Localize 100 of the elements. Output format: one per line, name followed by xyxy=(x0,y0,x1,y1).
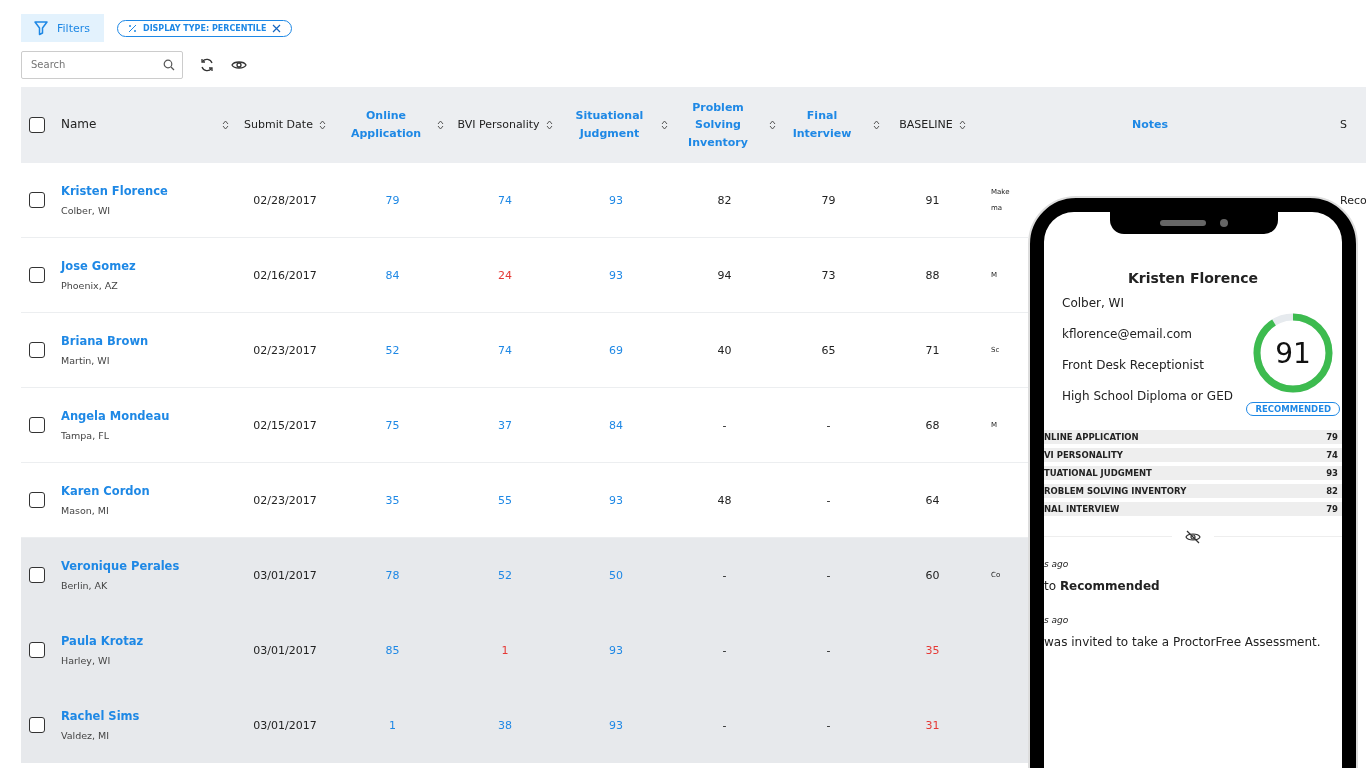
score-cell: - xyxy=(722,418,727,432)
column-header[interactable]: S xyxy=(1340,116,1347,134)
close-icon[interactable] xyxy=(272,23,282,33)
sort-icon[interactable] xyxy=(660,120,668,130)
score-cell: 88 xyxy=(925,268,940,282)
score-cell[interactable]: 93 xyxy=(609,643,623,657)
checkbox[interactable] xyxy=(29,267,45,283)
score-cell[interactable]: 52 xyxy=(498,568,512,582)
candidate-name-link[interactable]: Veronique Perales xyxy=(61,559,180,573)
candidate-name-link[interactable]: Angela Mondeau xyxy=(61,409,170,423)
column-header[interactable]: Name xyxy=(61,115,229,135)
score-label: VI PERSONALITY xyxy=(1044,450,1123,460)
location-text: Martin, WI xyxy=(61,355,110,366)
chip-label: DISPLAY TYPE: PERCENTILE xyxy=(143,23,267,33)
sort-icon[interactable] xyxy=(545,120,553,130)
checkbox[interactable] xyxy=(29,642,45,658)
column-header[interactable]: Problem Solving Inventory xyxy=(673,98,776,152)
candidate-name-link[interactable]: Kristen Florence xyxy=(61,184,168,198)
location-text: Colber, WI xyxy=(61,205,111,216)
score-cell[interactable]: 24 xyxy=(498,268,512,282)
column-header[interactable]: Online Application xyxy=(341,107,444,143)
candidate-name-link[interactable]: Briana Brown xyxy=(61,334,149,348)
column-header[interactable]: Situational Judgment xyxy=(564,107,668,143)
score-cell[interactable]: 1 xyxy=(501,643,509,657)
score-cell: - xyxy=(826,643,831,657)
date-cell: 02/28/2017 xyxy=(253,193,317,207)
score-cell: 48 xyxy=(717,493,732,507)
score-cell[interactable]: 38 xyxy=(498,718,512,732)
column-header[interactable]: Final Interview xyxy=(777,107,880,143)
checkbox[interactable] xyxy=(29,342,45,358)
date-cell: 03/01/2017 xyxy=(253,568,317,582)
checkbox[interactable] xyxy=(29,117,45,133)
score-cell[interactable]: 35 xyxy=(385,493,400,507)
candidate-name-link[interactable]: Karen Cordon xyxy=(61,484,150,498)
score-cell[interactable]: 93 xyxy=(609,493,623,507)
status-text: Reco xyxy=(1340,193,1366,207)
filters-button[interactable]: Filters xyxy=(21,14,104,42)
checkbox[interactable] xyxy=(29,192,45,208)
date-cell: 03/01/2017 xyxy=(253,643,317,657)
filter-icon xyxy=(33,20,49,36)
checkbox[interactable] xyxy=(29,567,45,583)
score-cell[interactable]: 75 xyxy=(385,418,400,432)
score-cell: - xyxy=(722,568,727,582)
score-cell: 68 xyxy=(925,418,940,432)
location-text: Harley, WI xyxy=(61,655,111,666)
score-cell[interactable]: 93 xyxy=(609,268,623,282)
score-cell[interactable]: 93 xyxy=(609,718,623,732)
candidate-name-link[interactable]: Rachel Sims xyxy=(61,709,140,723)
refresh-icon[interactable] xyxy=(199,56,215,73)
score-cell[interactable]: 69 xyxy=(609,343,623,357)
score-cell[interactable]: 74 xyxy=(498,343,512,357)
date-cell: 02/15/2017 xyxy=(253,418,317,432)
score-cell: 64 xyxy=(925,493,940,507)
sort-icon[interactable] xyxy=(873,120,880,130)
checkbox[interactable] xyxy=(29,717,45,733)
score-cell[interactable]: 37 xyxy=(498,418,512,432)
column-header[interactable]: BVI Personality xyxy=(457,116,553,134)
score-cell[interactable]: 74 xyxy=(498,193,512,207)
score-cell: 91 xyxy=(925,193,940,207)
eye-icon[interactable] xyxy=(231,58,247,71)
score-cell[interactable]: 78 xyxy=(385,568,400,582)
sort-icon[interactable] xyxy=(318,120,326,130)
location-text: Mason, MI xyxy=(61,505,109,516)
score-cell: - xyxy=(826,568,831,582)
search-field[interactable]: Search xyxy=(21,50,183,79)
column-header[interactable]: BASELINE xyxy=(899,116,966,134)
candidate-name-link[interactable]: Jose Gomez xyxy=(61,259,136,273)
score-value: 79 xyxy=(1326,504,1338,514)
sort-icon[interactable] xyxy=(769,120,776,130)
score-cell[interactable]: 84 xyxy=(385,268,400,282)
score-cell[interactable]: 84 xyxy=(609,418,623,432)
score-cell[interactable]: 93 xyxy=(609,193,623,207)
activity-time: s ago xyxy=(1044,615,1070,625)
activity-text: was invited to take a ProctorFree Assessment. xyxy=(1044,635,1322,649)
score-cell: 94 xyxy=(717,268,732,282)
date-cell: 02/16/2017 xyxy=(253,268,317,282)
detail-text: Front Desk Receptionist xyxy=(1062,358,1205,372)
score-cell[interactable]: 79 xyxy=(385,193,400,207)
score-cell[interactable]: 52 xyxy=(385,343,400,357)
score-cell[interactable]: 85 xyxy=(385,643,400,657)
location-text: Valdez, MI xyxy=(61,730,110,741)
score-cell: 35 xyxy=(925,643,940,657)
score-cell: 60 xyxy=(925,568,940,582)
table-row[interactable]: Rachel Sims Valdez, MI 03/01/2017 1 38 93 - - 31 xyxy=(21,688,1028,763)
score-cell[interactable]: 55 xyxy=(498,493,512,507)
checkbox[interactable] xyxy=(29,417,45,433)
checkbox[interactable] xyxy=(29,492,45,508)
candidate-name-link[interactable]: Paula Krotaz xyxy=(61,634,144,648)
column-header[interactable]: Submit Date xyxy=(244,116,326,134)
score-value: 74 xyxy=(1326,450,1338,460)
sort-icon[interactable] xyxy=(437,120,444,130)
score-cell[interactable]: 1 xyxy=(389,718,396,732)
sort-icon[interactable] xyxy=(958,120,966,130)
location-text: Tampa, FL xyxy=(61,430,109,441)
column-header[interactable]: Notes xyxy=(1132,116,1168,134)
score-cell[interactable]: 50 xyxy=(609,568,623,582)
sort-icon[interactable] xyxy=(222,120,229,130)
table-row[interactable]: Paula Krotaz Harley, WI 03/01/2017 85 1 93 - - 35 xyxy=(21,613,1028,688)
score-label: ROBLEM SOLVING INVENTORY xyxy=(1044,486,1187,496)
score-label: NLINE APPLICATION xyxy=(1044,432,1139,442)
